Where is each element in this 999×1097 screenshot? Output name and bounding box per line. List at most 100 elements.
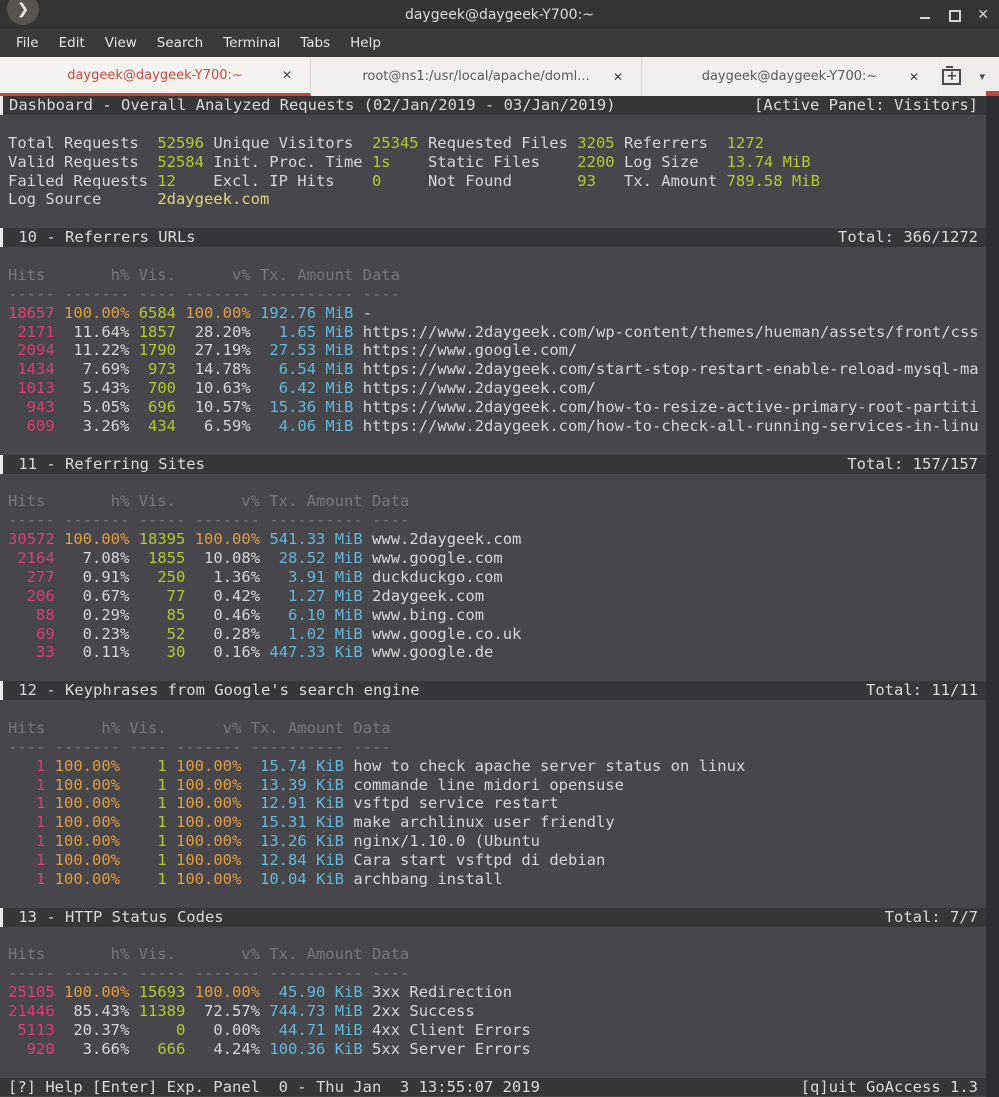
summary-label: Init. Proc. Time [204, 153, 372, 171]
section-title: 10 - Referrers URLs [9, 228, 196, 247]
table-row: 21446 85.43% 11389 72.57% 744.73 MiB 2xx… [0, 1002, 999, 1021]
close-button[interactable]: ✕ [977, 9, 989, 21]
keyphrases-table: Hits h% Vis. v% Tx. Amount Data---- ----… [0, 719, 999, 889]
table-header-divider: ----- ------- ----- ------- ---------- -… [0, 964, 999, 983]
blank-line [0, 927, 999, 946]
table-row: 1 100.00% 1 100.00% 15.74 KiB how to che… [0, 757, 999, 776]
table-header-divider: ----- ------- ---- ------- ---------- --… [0, 285, 999, 304]
section-total: Total: 11/11 [866, 681, 978, 700]
tab-list-dropdown-icon[interactable]: ▾ [979, 70, 985, 83]
table-row: 1 100.00% 1 100.00% 13.39 KiB commande l… [0, 776, 999, 795]
tab-close-icon[interactable]: ✕ [282, 68, 292, 82]
menu-item-tabs[interactable]: Tabs [290, 31, 340, 55]
summary-value: 2daygeek.com [157, 190, 269, 208]
summary-label: Tx. Amount [596, 172, 727, 190]
tab-close-icon[interactable]: ✕ [909, 70, 919, 84]
summary-label: Requested Files [419, 134, 578, 152]
table-column-headers: Hits h% Vis. v% Tx. Amount Data [0, 266, 999, 285]
table-row: 18657 100.00% 6584 100.00% 192.76 MiB - [0, 304, 999, 323]
table-row: 25105 100.00% 15693 100.00% 45.90 KiB 3x… [0, 983, 999, 1002]
table-row: 33 0.11% 30 0.16% 447.33 KiB www.google.… [0, 643, 999, 662]
blank-line [0, 1059, 999, 1078]
terminal-app-icon: ❯ [7, 0, 39, 25]
menu-item-help[interactable]: Help [340, 31, 391, 55]
terminal-window: ❯ daygeek@daygeek-Y700:~ ✕ File Edit Vie… [0, 0, 999, 1097]
summary-value: 789.58 MiB [727, 172, 820, 190]
table-header-divider: ----- ------- ----- ------- ---------- -… [0, 511, 999, 530]
summary-line: Failed Requests 12 Excl. IP Hits 0 Not F… [0, 172, 999, 191]
table-row: 69 0.23% 52 0.28% 1.02 MiB www.google.co… [0, 625, 999, 644]
table-row: 1 100.00% 1 100.00% 12.91 KiB vsftpd ser… [0, 794, 999, 813]
table-row: 2164 7.08% 1855 10.08% 28.52 MiB www.goo… [0, 549, 999, 568]
titlebar: ❯ daygeek@daygeek-Y700:~ ✕ [0, 0, 999, 29]
menu-item-file[interactable]: File [6, 31, 49, 55]
section-header-bar-http-status-codes: 13 - HTTP Status Codes Total: 7/7 [0, 908, 999, 927]
goaccess-footer-bar: [?] Help [Enter] Exp. Panel 0 - Thu Jan … [0, 1078, 999, 1097]
tab-label: daygeek@daygeek-Y700:~ [67, 68, 243, 83]
blank-line [0, 247, 999, 266]
table-row: 2171 11.64% 1857 28.20% 1.65 MiB https:/… [0, 323, 999, 342]
section-title: 12 - Keyphrases from Google's search eng… [9, 681, 420, 700]
menu-item-terminal[interactable]: Terminal [213, 31, 290, 55]
active-panel-indicator: [Active Panel: Visitors] [754, 96, 978, 115]
tab-2[interactable]: root@ns1:/usr/local/apache/doml... ✕ [311, 57, 642, 96]
menu-item-search[interactable]: Search [147, 31, 213, 55]
summary-value: 12 [157, 172, 176, 190]
summary-label: Valid Requests [8, 153, 157, 171]
summary-line: Total Requests 52596 Unique Visitors 253… [0, 134, 999, 153]
summary-label: Not Found [381, 172, 577, 190]
terminal-screen[interactable]: Dashboard - Overall Analyzed Requests (0… [0, 96, 999, 1097]
table-row: 920 3.66% 666 4.24% 100.36 KiB 5xx Serve… [0, 1040, 999, 1059]
tab-1-active[interactable]: daygeek@daygeek-Y700:~ ✕ [0, 57, 311, 96]
table-column-headers: Hits h% Vis. v% Tx. Amount Data [0, 492, 999, 511]
tab-bar: daygeek@daygeek-Y700:~ ✕ root@ns1:/usr/l… [0, 57, 999, 96]
section-total: Total: 7/7 [885, 908, 978, 927]
table-row: 1013 5.43% 700 10.63% 6.42 MiB https://w… [0, 379, 999, 398]
referrers-urls-table: Hits h% Vis. v% Tx. Amount Data----- ---… [0, 266, 999, 436]
summary-label: Referrers [615, 134, 727, 152]
table-row: 277 0.91% 250 1.36% 3.91 MiB duckduckgo.… [0, 568, 999, 587]
summary-label: Total Requests [8, 134, 157, 152]
blank-line [0, 115, 999, 134]
blank-line [0, 662, 999, 681]
summary-value: 1272 [727, 134, 764, 152]
summary-value: 93 [577, 172, 596, 190]
http-status-codes-table: Hits h% Vis. v% Tx. Amount Data----- ---… [0, 945, 999, 1058]
maximize-button[interactable] [948, 9, 960, 21]
table-column-headers: Hits h% Vis. v% Tx. Amount Data [0, 719, 999, 738]
section-header-bar-referring-sites: 11 - Referring Sites Total: 157/157 [0, 455, 999, 474]
summary-label: Log Size [615, 153, 727, 171]
section-total: Total: 157/157 [847, 455, 978, 474]
summary-label: Static Files [391, 153, 578, 171]
dashboard-title: Dashboard - Overall Analyzed Requests (0… [9, 96, 616, 115]
table-column-headers: Hits h% Vis. v% Tx. Amount Data [0, 945, 999, 964]
footer-version-text: [q]uit GoAccess 1.3 [801, 1078, 978, 1097]
summary-label: Excl. IP Hits [176, 172, 372, 190]
table-row: 206 0.67% 77 0.42% 1.27 MiB 2daygeek.com [0, 587, 999, 606]
menu-item-view[interactable]: View [95, 31, 147, 55]
table-row: 5113 20.37% 0 0.00% 44.71 MiB 4xx Client… [0, 1021, 999, 1040]
tab-label: daygeek@daygeek-Y700:~ [702, 69, 878, 84]
table-row: 1 100.00% 1 100.00% 10.04 KiB archbang i… [0, 870, 999, 889]
dashboard-header-bar: Dashboard - Overall Analyzed Requests (0… [0, 96, 999, 115]
terminal-scrollbar[interactable] [986, 96, 999, 1097]
tab-close-icon[interactable]: ✕ [613, 70, 623, 84]
footer-help-text: [?] Help [Enter] Exp. Panel 0 - Thu Jan … [8, 1078, 540, 1097]
blank-line [0, 209, 999, 228]
summary-value: 0 [372, 172, 381, 190]
table-row: 30572 100.00% 18395 100.00% 541.33 MiB w… [0, 530, 999, 549]
menu-item-edit[interactable]: Edit [49, 31, 95, 55]
summary-value: 25345 [372, 134, 419, 152]
summary-line: Log Source 2daygeek.com [0, 190, 999, 209]
minimize-button[interactable] [919, 9, 931, 21]
table-row: 1434 7.69% 973 14.78% 6.54 MiB https://w… [0, 360, 999, 379]
summary-value: 52596 [157, 134, 204, 152]
tab-3[interactable]: daygeek@daygeek-Y700:~ ✕ [642, 57, 937, 96]
summary-value: 2200 [577, 153, 614, 171]
blank-line [0, 436, 999, 455]
summary-label: Unique Visitors [204, 134, 372, 152]
summary-value: 52584 [157, 153, 204, 171]
new-tab-icon[interactable] [942, 69, 961, 85]
table-row: 2094 11.22% 1790 27.19% 27.53 MiB https:… [0, 341, 999, 360]
tab-label: root@ns1:/usr/local/apache/doml... [362, 69, 589, 84]
